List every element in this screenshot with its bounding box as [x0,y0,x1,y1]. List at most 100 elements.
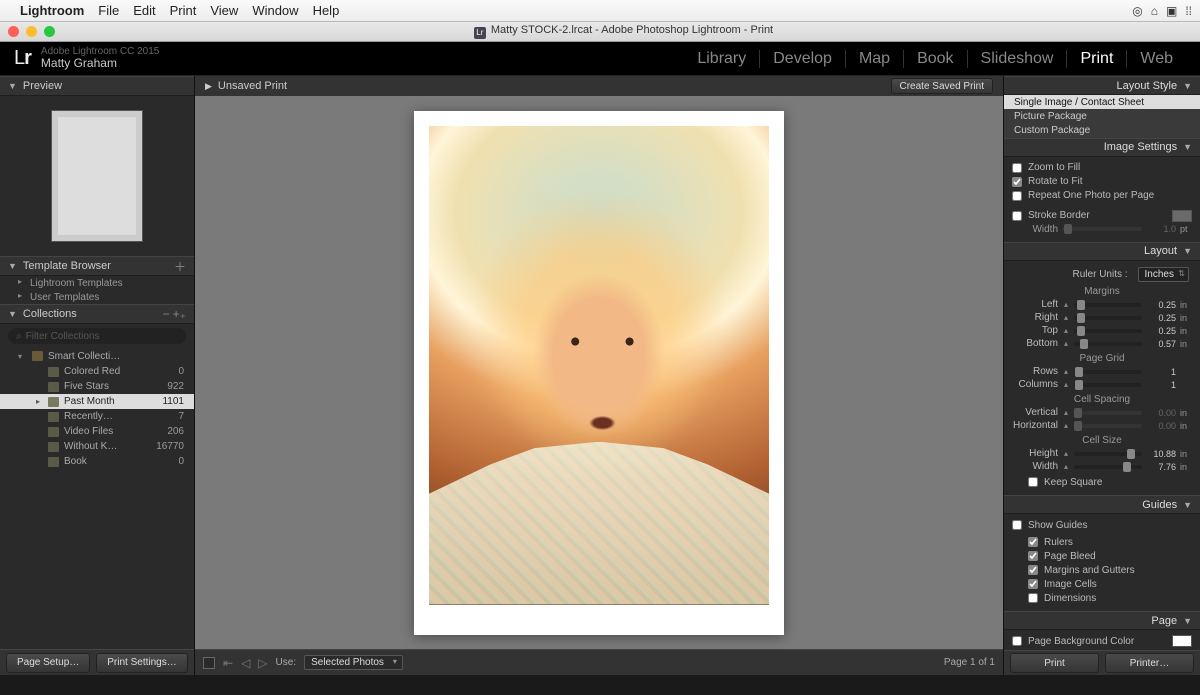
status-icon[interactable]: ▣ [1166,4,1177,18]
status-icon[interactable]: ⌂ [1151,4,1158,18]
collection-row[interactable]: Recently…7 [0,409,194,424]
page-header[interactable]: Page▼ [1004,611,1200,630]
toolbar-checkbox[interactable] [203,657,215,669]
collection-name: Without K… [64,441,152,452]
ruler-units-select[interactable]: Inches [1138,267,1189,282]
menu-edit[interactable]: Edit [133,3,155,18]
module-library[interactable]: Library [684,50,759,68]
layout-style-picture-package[interactable]: Picture Package [1004,109,1200,123]
print-photo[interactable] [429,126,769,605]
layout-style-custom-package[interactable]: Custom Package [1004,124,1200,138]
close-icon[interactable] [8,26,19,37]
traffic-lights [8,26,55,37]
collection-row[interactable]: Colored Red0 [0,364,194,379]
keep-square-checkbox[interactable]: Keep Square [1012,475,1192,489]
preview-panel-header[interactable]: ▼ Preview [0,76,194,96]
guide-dimensions-checkbox[interactable]: Dimensions [1012,591,1192,605]
template-folder[interactable]: Lightroom Templates [0,276,194,290]
reset-icon[interactable]: ▴ [1062,367,1070,376]
next-page-icon[interactable]: ▷ [258,656,267,670]
cellsize-slider[interactable]: Width▴7.76in [1012,460,1192,473]
create-saved-print[interactable]: Create Saved Print [891,78,994,94]
smart-collection-icon [48,397,59,407]
menu-print[interactable]: Print [170,3,197,18]
printer-button[interactable]: Printer… [1105,653,1194,673]
guide-rulers-checkbox[interactable]: Rulers [1012,535,1192,549]
collection-name: Five Stars [64,381,163,392]
collections-header[interactable]: ▼ Collections − +₊ [0,304,194,324]
image-settings-header[interactable]: Image Settings▼ [1004,138,1200,157]
collection-row[interactable]: Book0 [0,454,194,469]
collections-minus-icon[interactable]: − [163,307,170,321]
reset-icon[interactable]: ▴ [1062,300,1070,309]
show-guides-checkbox[interactable]: Show Guides [1012,518,1192,532]
window-titlebar: LrMatty STOCK-2.lrcat - Adobe Photoshop … [0,22,1200,42]
first-page-icon[interactable]: ⇤ [223,656,233,670]
reset-icon[interactable]: ▴ [1062,339,1070,348]
print-canvas[interactable] [195,96,1003,649]
collections-plus-icon[interactable]: +₊ [173,307,186,321]
margins-slider[interactable]: Left▴0.25in [1012,298,1192,311]
guide-page-bleed-checkbox[interactable]: Page Bleed [1012,549,1192,563]
module-slideshow[interactable]: Slideshow [967,50,1067,68]
rotate-to-fit-checkbox[interactable]: Rotate to Fit [1012,175,1192,189]
page-bg-checkbox[interactable]: Page Background Color [1012,634,1192,648]
reset-icon[interactable]: ▴ [1062,326,1070,335]
collection-row[interactable]: Without K…16770 [0,439,194,454]
use-selector[interactable]: Selected Photos [304,655,403,670]
collections-filter[interactable]: ⌕ Filter Collections [8,328,186,344]
layout-header[interactable]: Layout▼ [1004,242,1200,261]
stroke-width-slider[interactable]: Width 1.0 pt [1012,223,1192,236]
layout-style-single[interactable]: Single Image / Contact Sheet [1004,95,1200,109]
identity-plate: Adobe Lightroom CC 2015 Matty Graham [41,46,159,71]
guides-header[interactable]: Guides▼ [1004,495,1200,514]
module-develop[interactable]: Develop [759,50,845,68]
reset-icon[interactable]: ▴ [1062,380,1070,389]
guide-image-cells-checkbox[interactable]: Image Cells [1012,577,1192,591]
layout-style-header[interactable]: Layout Style▼ [1004,76,1200,95]
module-web[interactable]: Web [1126,50,1186,68]
status-icon[interactable]: ⁞⁞ [1185,4,1192,18]
pagegrid-slider[interactable]: Rows▴1 [1012,365,1192,378]
print-settings-button[interactable]: Print Settings… [96,653,187,673]
menu-help[interactable]: Help [313,3,340,18]
status-icon[interactable]: ◎ [1132,4,1142,18]
disclosure-icon: ▶ [205,81,212,92]
pagegrid-slider[interactable]: Columns▴1 [1012,378,1192,391]
stroke-border-checkbox[interactable]: Stroke Border [1012,209,1192,223]
collection-row[interactable]: Video Files206 [0,424,194,439]
template-browser-header[interactable]: ▼ Template Browser ＋ [0,256,194,276]
margins-slider[interactable]: Bottom▴0.57in [1012,337,1192,350]
repeat-photo-checkbox[interactable]: Repeat One Photo per Page [1012,189,1192,203]
reset-icon[interactable]: ▴ [1062,449,1070,458]
window-title: LrMatty STOCK-2.lrcat - Adobe Photoshop … [55,24,1192,39]
menu-file[interactable]: File [98,3,119,18]
smart-folder-icon [32,351,43,361]
guide-margins-and-gutters-checkbox[interactable]: Margins and Gutters [1012,563,1192,577]
reset-icon[interactable]: ▴ [1062,462,1070,471]
module-map[interactable]: Map [845,50,903,68]
menu-view[interactable]: View [210,3,238,18]
page-bg-swatch[interactable] [1172,635,1192,647]
cellsize-slider[interactable]: Height▴10.88in [1012,447,1192,460]
template-folder[interactable]: User Templates [0,290,194,304]
collection-row[interactable]: Past Month1101 [0,394,194,409]
collection-name: Book [64,456,174,467]
mac-app-name[interactable]: Lightroom [20,3,84,18]
print-button[interactable]: Print [1010,653,1099,673]
add-template-icon[interactable]: ＋ [174,258,186,275]
margins-slider[interactable]: Top▴0.25in [1012,324,1192,337]
page-setup-button[interactable]: Page Setup… [6,653,90,673]
reset-icon[interactable]: ▴ [1062,313,1070,322]
module-print[interactable]: Print [1066,50,1126,68]
margins-slider[interactable]: Right▴0.25in [1012,311,1192,324]
menu-window[interactable]: Window [252,3,298,18]
stroke-color-swatch[interactable] [1172,210,1192,222]
prev-page-icon[interactable]: ◁ [241,656,250,670]
minimize-icon[interactable] [26,26,37,37]
collection-row[interactable]: Five Stars922 [0,379,194,394]
zoom-to-fill-checkbox[interactable]: Zoom to Fill [1012,161,1192,175]
module-book[interactable]: Book [903,50,966,68]
zoom-icon[interactable] [44,26,55,37]
smart-collections-folder[interactable]: Smart Collecti… [0,348,194,364]
